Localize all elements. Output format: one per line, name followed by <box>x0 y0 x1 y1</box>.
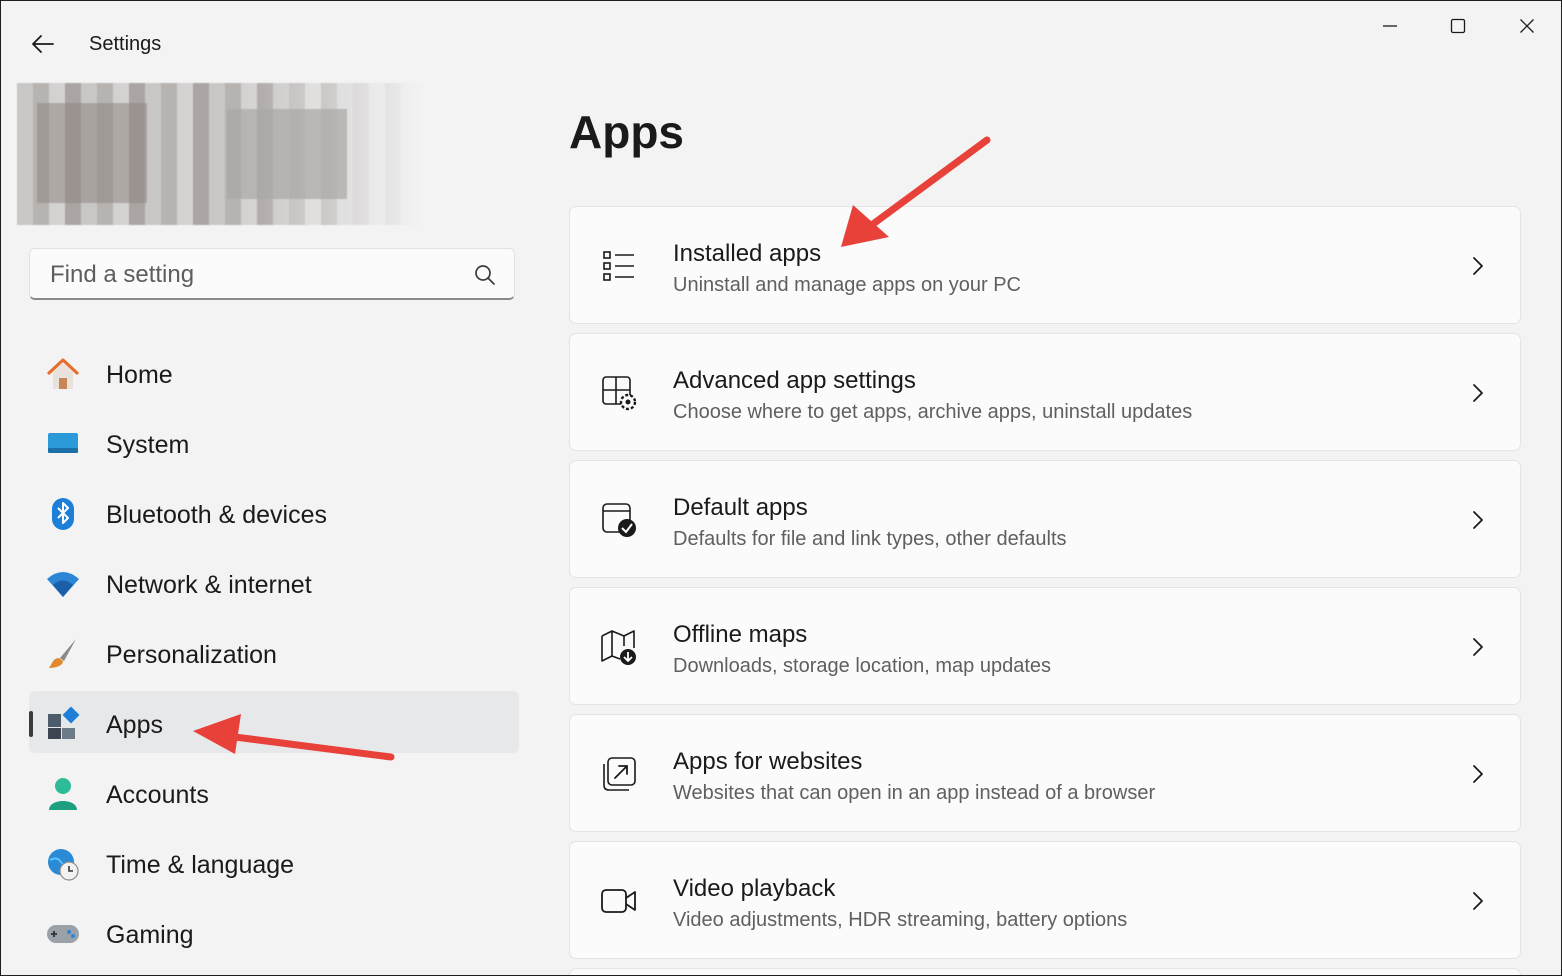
minimize-icon <box>1383 25 1397 27</box>
card-subtitle: Choose where to get apps, archive apps, … <box>673 401 1193 423</box>
bluetooth-icon <box>52 498 74 530</box>
card-subtitle: Websites that can open in an app instead… <box>673 782 1156 804</box>
maximize-icon <box>1450 18 1466 34</box>
user-profile-blurred[interactable] <box>17 83 423 225</box>
maximize-button[interactable] <box>1435 9 1481 43</box>
apps-icon <box>48 706 80 739</box>
sidebar-item-home[interactable]: Home <box>29 341 519 403</box>
sidebar-item-apps[interactable]: Apps <box>29 691 519 753</box>
sidebar-item-personalization[interactable]: Personalization <box>29 621 519 683</box>
card-partially-visible[interactable] <box>569 968 1521 975</box>
page-title: Apps <box>569 106 684 158</box>
wifi-icon <box>47 572 79 597</box>
sidebar-item-gaming[interactable]: Gaming <box>29 901 519 963</box>
system-icon <box>48 433 78 453</box>
card-title: Offline maps <box>673 621 808 648</box>
search-box[interactable] <box>29 248 515 300</box>
card-title: Advanced app settings <box>673 367 916 394</box>
sidebar-item-label: Accounts <box>106 781 209 809</box>
sidebar-item-time-language[interactable]: Time & language <box>29 831 519 893</box>
card-subtitle: Uninstall and manage apps on your PC <box>673 274 1021 296</box>
close-icon <box>1520 19 1534 33</box>
globe-clock-icon <box>48 849 79 881</box>
card-title: Installed apps <box>673 240 822 267</box>
card-subtitle: Defaults for file and link types, other … <box>673 528 1067 550</box>
brush-icon <box>49 639 76 668</box>
sidebar-item-accounts[interactable]: Accounts <box>29 761 519 823</box>
card-title: Apps for websites <box>673 748 863 775</box>
sidebar-item-label: Gaming <box>106 921 194 949</box>
card-installed-apps[interactable]: Installed apps Uninstall and manage apps… <box>569 206 1521 324</box>
card-default-apps[interactable]: Default apps Defaults for file and link … <box>569 460 1521 578</box>
card-subtitle: Video adjustments, HDR streaming, batter… <box>673 909 1128 931</box>
settings-card-list: Installed apps Uninstall and manage apps… <box>569 206 1521 975</box>
chevron-right-icon <box>1473 384 1483 402</box>
card-video-playback[interactable]: Video playback Video adjustments, HDR st… <box>569 841 1521 959</box>
app-settings-icon <box>602 376 637 411</box>
back-arrow-icon <box>32 35 54 53</box>
minimize-button[interactable] <box>1367 9 1413 43</box>
video-icon <box>601 889 636 913</box>
default-apps-icon <box>602 503 636 537</box>
list-icon <box>603 251 634 281</box>
sidebar-item-label: Apps <box>106 711 163 739</box>
chevron-right-icon <box>1473 257 1483 275</box>
sidebar-item-label: Network & internet <box>106 571 312 599</box>
card-apps-for-websites[interactable]: Apps for websites Websites that can open… <box>569 714 1521 832</box>
sidebar-item-system[interactable]: System <box>29 411 519 473</box>
search-input[interactable] <box>48 259 452 291</box>
close-button[interactable] <box>1504 9 1550 43</box>
selection-indicator <box>29 711 33 737</box>
chevron-right-icon <box>1473 892 1483 910</box>
open-external-icon <box>603 757 636 791</box>
home-icon <box>47 358 79 389</box>
back-button[interactable] <box>23 26 63 62</box>
gamepad-icon <box>47 925 79 943</box>
chevron-right-icon <box>1473 511 1483 529</box>
card-subtitle: Downloads, storage location, map updates <box>673 655 1052 677</box>
sidebar-item-label: Personalization <box>106 641 277 669</box>
card-advanced-app-settings[interactable]: Advanced app settings Choose where to ge… <box>569 333 1521 451</box>
card-title: Default apps <box>673 494 808 521</box>
sidebar-item-label: System <box>106 431 190 459</box>
chevron-right-icon <box>1473 765 1483 783</box>
sidebar-item-label: Time & language <box>106 851 295 879</box>
app-title: Settings <box>89 33 162 55</box>
chevron-right-icon <box>1473 638 1483 656</box>
map-download-icon <box>601 630 636 665</box>
settings-window: Settings Home <box>0 0 1562 976</box>
person-icon <box>49 778 77 810</box>
sidebar-nav: Home System Bluetooth & devices Network … <box>29 341 519 971</box>
sidebar-item-bluetooth[interactable]: Bluetooth & devices <box>29 481 519 543</box>
search-icon[interactable] <box>474 264 496 286</box>
card-title: Video playback <box>673 875 836 902</box>
sidebar-item-network[interactable]: Network & internet <box>29 551 519 613</box>
card-offline-maps[interactable]: Offline maps Downloads, storage location… <box>569 587 1521 705</box>
sidebar-item-label: Home <box>106 361 173 389</box>
title-bar: Settings <box>1 1 1561 81</box>
sidebar-item-label: Bluetooth & devices <box>106 501 327 529</box>
